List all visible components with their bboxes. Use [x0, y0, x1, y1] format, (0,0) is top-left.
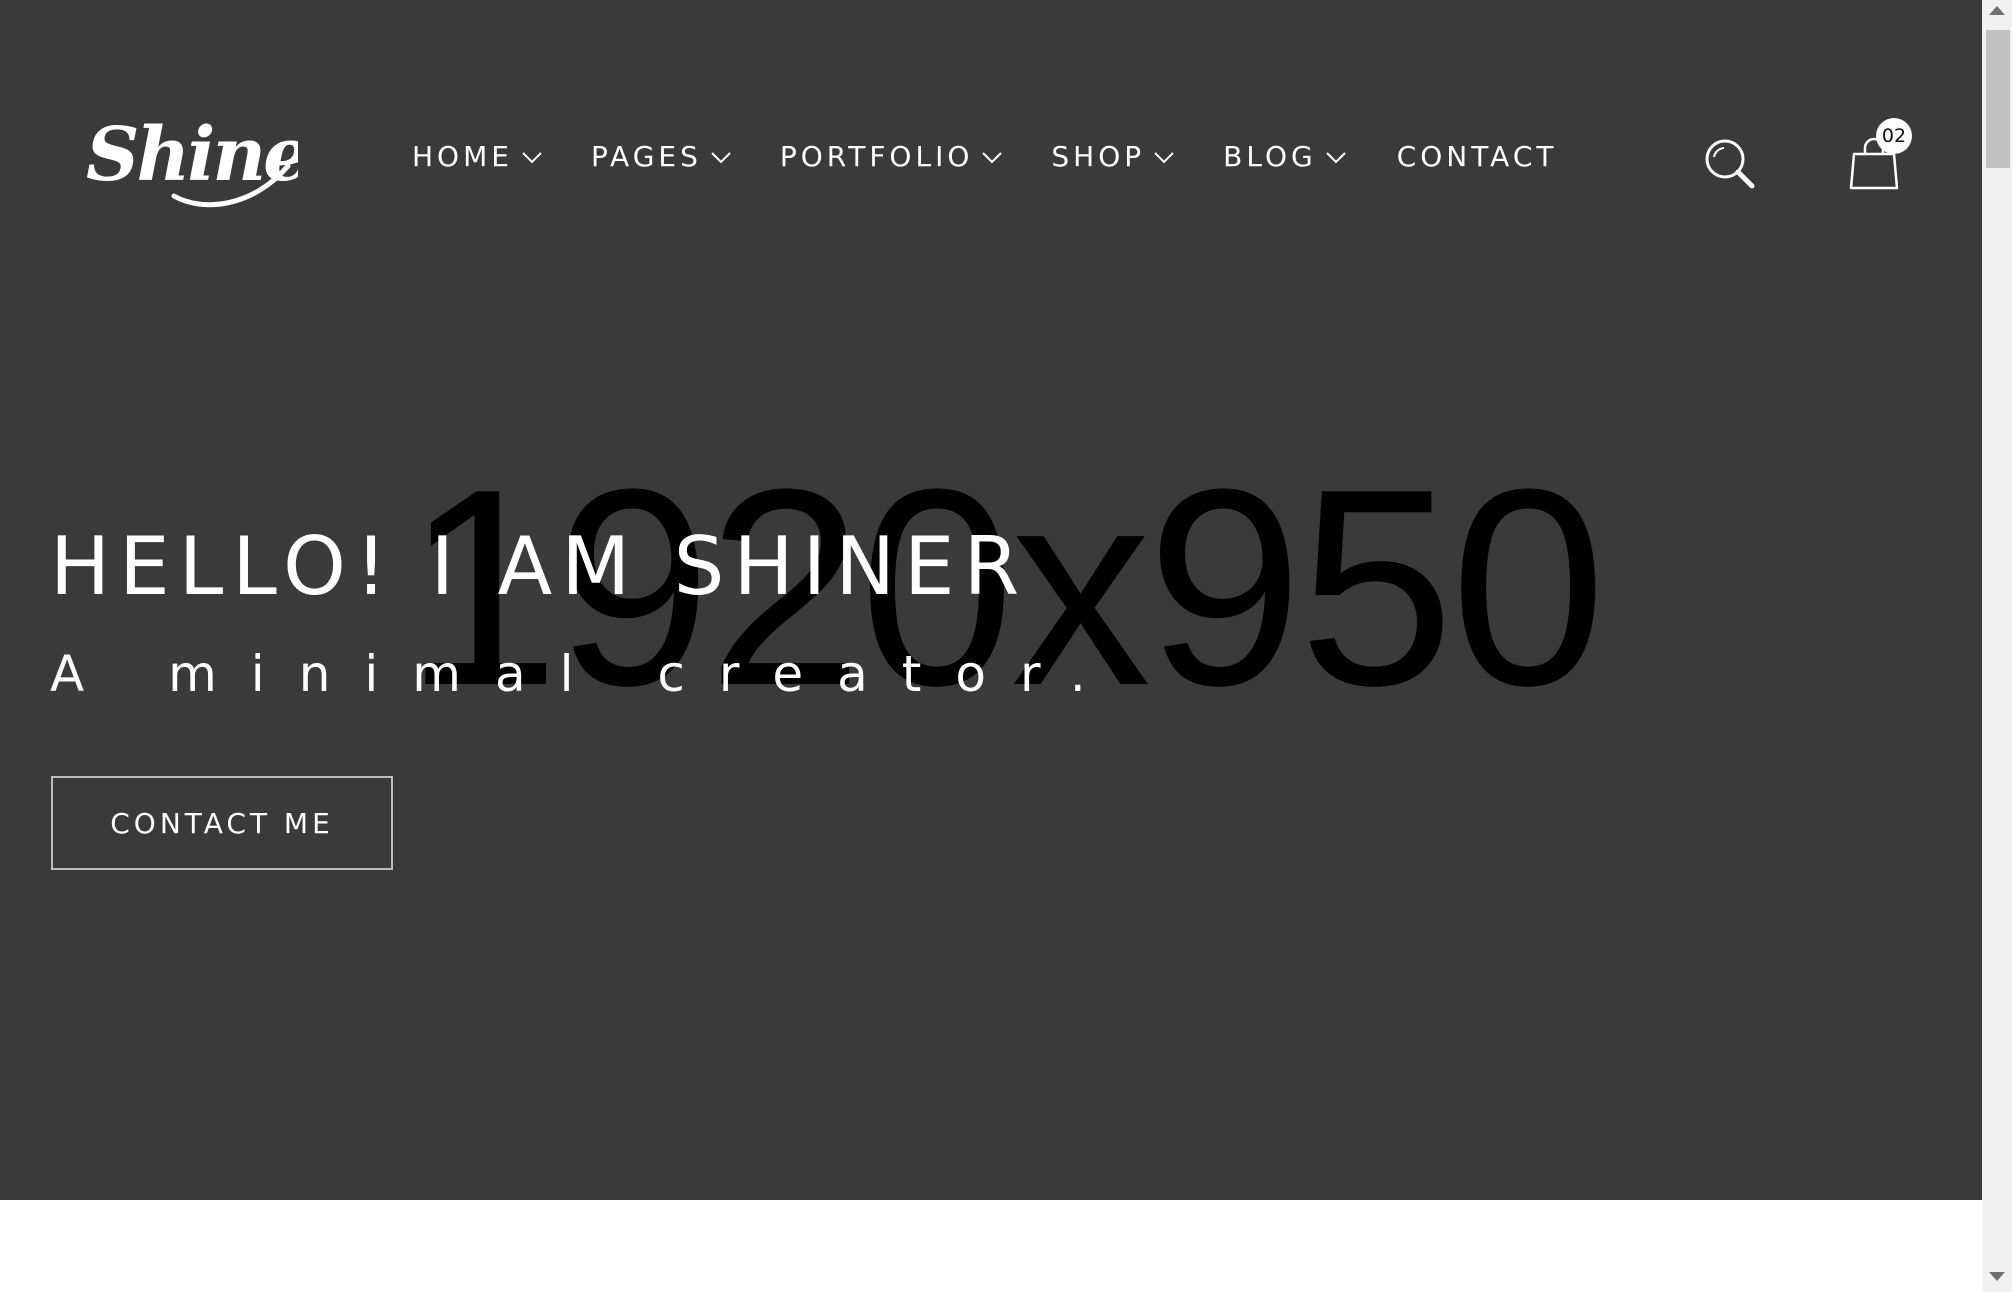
nav-item-shop[interactable]: SHOP: [1051, 140, 1175, 173]
search-icon[interactable]: [1704, 138, 1756, 190]
hero-subtitle: A minimal creator.: [50, 645, 1120, 703]
main-nav: HOME PAGES PORTFOLIO SHOP BLOG CONTACT: [412, 140, 1557, 173]
vertical-scrollbar[interactable]: [1982, 0, 2012, 1292]
nav-item-home[interactable]: HOME: [412, 140, 543, 173]
logo[interactable]: Shine: [82, 108, 298, 214]
hero-title: HELLO! I AM SHINER: [50, 520, 1029, 613]
contact-me-label: CONTACT ME: [110, 806, 334, 840]
nav-item-label: PORTFOLIO: [779, 140, 974, 173]
scroll-up-arrow-icon[interactable]: [1989, 6, 2005, 15]
hero-section: 1920x950 Shine HOME PAGES PORTFOLIO SHOP…: [0, 0, 1982, 1200]
chevron-down-icon: [522, 151, 542, 163]
nav-item-blog[interactable]: BLOG: [1223, 140, 1347, 173]
nav-item-portfolio[interactable]: PORTFOLIO: [780, 140, 1004, 173]
page: 1920x950 Shine HOME PAGES PORTFOLIO SHOP…: [0, 0, 2012, 1292]
scroll-down-arrow-icon[interactable]: [1989, 1272, 2005, 1281]
nav-item-label: BLOG: [1223, 140, 1317, 173]
chevron-down-icon: [1154, 151, 1174, 163]
chevron-down-icon: [711, 151, 731, 163]
nav-item-label: HOME: [412, 140, 513, 173]
chevron-down-icon: [982, 151, 1003, 163]
nav-item-pages[interactable]: PAGES: [591, 140, 732, 173]
nav-item-contact[interactable]: CONTACT: [1397, 140, 1558, 173]
nav-item-label: SHOP: [1051, 140, 1146, 173]
contact-me-button[interactable]: CONTACT ME: [51, 776, 393, 870]
chevron-down-icon: [1325, 151, 1346, 163]
scrollbar-thumb[interactable]: [1986, 30, 2010, 168]
cart-count-badge: 02: [1876, 118, 1912, 154]
nav-item-label: CONTACT: [1396, 140, 1558, 173]
nav-item-label: PAGES: [590, 140, 702, 173]
